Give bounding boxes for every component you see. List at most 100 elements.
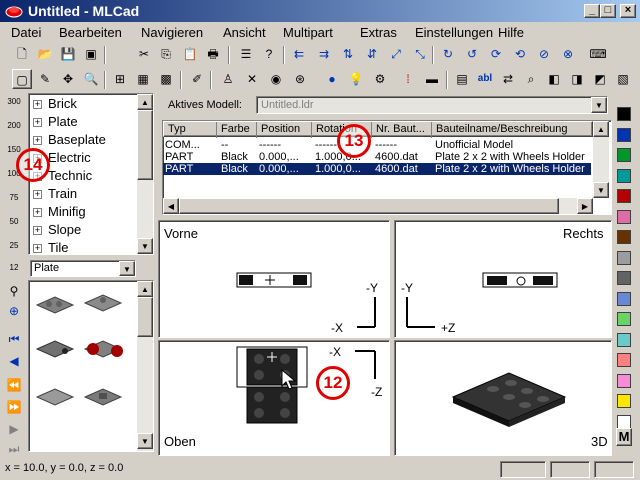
table-row[interactable]: PART Black 0.000,... 1.000,0... 4600.dat…: [163, 151, 591, 163]
hose-icon[interactable]: ⚙: [370, 69, 390, 89]
tree-item-minifig[interactable]: + Minifig: [33, 203, 86, 221]
close-button[interactable]: ×: [620, 4, 636, 18]
model-d-icon[interactable]: ▧: [613, 69, 633, 89]
color-swatch[interactable]: [617, 291, 631, 306]
chevron-down-icon[interactable]: ▼: [119, 261, 135, 276]
color-swatch[interactable]: [617, 373, 631, 388]
color-swatch[interactable]: [617, 250, 631, 265]
view-right[interactable]: Rechts -Y +Z: [394, 220, 612, 338]
zoom-300-icon[interactable]: 300: [4, 97, 24, 117]
new-file-icon[interactable]: 🗋: [12, 44, 32, 64]
col-position[interactable]: Position: [256, 122, 311, 138]
pen-icon[interactable]: ✐: [187, 69, 207, 89]
menu-ansicht[interactable]: Ansicht: [223, 25, 266, 40]
table-scroll-down-icon[interactable]: ▼: [593, 182, 609, 198]
parts-scroll-down-icon[interactable]: ▼: [137, 433, 153, 449]
tree-item-tile[interactable]: + Tile: [33, 239, 68, 257]
tree-scrollbar[interactable]: ▲ ▼: [137, 94, 153, 254]
menu-multipart[interactable]: Multipart: [283, 25, 333, 40]
move-mode-icon[interactable]: ✥: [58, 69, 78, 89]
col-bauteil-nr[interactable]: Nr. Baut...: [371, 122, 431, 138]
color-swatch[interactable]: [617, 332, 631, 347]
part-preview-5[interactable]: [35, 385, 75, 409]
model-chevron-down-icon[interactable]: ▼: [591, 97, 607, 113]
label-abl-icon[interactable]: abl: [475, 69, 495, 89]
search-icon[interactable]: ⌕: [521, 69, 541, 89]
step-forward-icon[interactable]: ⏩: [4, 397, 24, 417]
camera-icon[interactable]: ▬: [422, 69, 442, 89]
col-farbe[interactable]: Farbe: [216, 122, 256, 138]
scroll-down-icon[interactable]: ▼: [137, 238, 153, 254]
zoom-75-icon[interactable]: 75: [4, 193, 24, 213]
menu-bearbeiten[interactable]: Bearbeiten: [59, 25, 122, 40]
model-b-icon[interactable]: ◨: [567, 69, 587, 89]
table-hscrollbar[interactable]: ◀ ▶: [163, 198, 593, 214]
color-swatch[interactable]: [617, 414, 631, 429]
rotate-z-neg-icon[interactable]: ⊗: [558, 44, 578, 64]
menu-datei[interactable]: Datei: [11, 25, 41, 40]
zoom-200-icon[interactable]: 200: [4, 121, 24, 141]
view-front[interactable]: Vorne -Y -X: [158, 220, 390, 338]
category-select[interactable]: Plate ▼: [30, 260, 136, 277]
part-preview-6[interactable]: [83, 385, 123, 409]
color-swatch[interactable]: [617, 230, 631, 244]
grid-medium-icon[interactable]: ▦: [133, 69, 153, 89]
view-top[interactable]: Oben -X -Z: [158, 340, 390, 456]
view-3d[interactable]: 3D: [394, 340, 612, 456]
parts-scroll-thumb[interactable]: [137, 297, 153, 337]
model-c-icon[interactable]: ◩: [590, 69, 610, 89]
move-down-icon[interactable]: ⇵: [362, 44, 382, 64]
delete-icon[interactable]: ✕: [242, 69, 262, 89]
model-a-icon[interactable]: ◧: [544, 69, 564, 89]
tree-item-plate[interactable]: + Plate: [33, 113, 78, 131]
menu-hilfe[interactable]: Hilfe: [498, 25, 524, 40]
zoom-fit-icon[interactable]: ⊕: [4, 301, 24, 321]
rotate-x-pos-icon[interactable]: ↻: [438, 44, 458, 64]
menu-navigieren[interactable]: Navigieren: [141, 25, 203, 40]
zoom-tool-icon[interactable]: ⚲: [4, 281, 24, 301]
col-typ[interactable]: Typ: [164, 122, 216, 138]
minimize-button[interactable]: _: [584, 4, 600, 18]
zoom-mode-icon[interactable]: 🔍: [81, 69, 101, 89]
color-swatch[interactable]: [617, 394, 631, 408]
move-front-icon[interactable]: ⤢: [386, 44, 406, 64]
grid-fine-icon[interactable]: ▩: [156, 69, 176, 89]
color-swatch[interactable]: [617, 312, 631, 326]
ghost-icon[interactable]: ⊛: [290, 69, 310, 89]
zoom-50-icon[interactable]: 50: [4, 217, 24, 237]
select-mode-icon[interactable]: ▢: [12, 69, 32, 89]
part-preview-1[interactable]: [35, 293, 75, 317]
cut-icon[interactable]: ✂: [134, 44, 154, 64]
properties-icon[interactable]: ☰: [236, 44, 256, 64]
save-all-icon[interactable]: ▣: [81, 44, 101, 64]
grid-dots-icon[interactable]: ⁞: [398, 69, 418, 89]
color-swatch[interactable]: [617, 189, 631, 203]
parts-scroll-up-icon[interactable]: ▲: [137, 281, 153, 297]
table-hscroll-thumb[interactable]: [179, 198, 559, 214]
color-swatch[interactable]: [617, 107, 631, 121]
color-swatch[interactable]: [617, 209, 631, 224]
table-row[interactable]: COM... -- ------ ------ ------ Unofficia…: [163, 139, 591, 151]
table-scroll-right-icon[interactable]: ▶: [577, 198, 593, 214]
step-first-icon[interactable]: ⏮: [4, 329, 24, 349]
step-back-icon[interactable]: ⏪: [4, 375, 24, 395]
table-vscrollbar[interactable]: ▲ ▼: [593, 121, 609, 198]
part-preview-4[interactable]: [83, 337, 123, 361]
zoom-12-icon[interactable]: 12: [4, 263, 24, 283]
scroll-thumb[interactable]: [137, 110, 153, 180]
color-swatch[interactable]: [617, 271, 631, 285]
print-icon[interactable]: 🖶: [203, 44, 223, 64]
step-next-icon[interactable]: ▶: [4, 419, 24, 439]
maximize-button[interactable]: □: [600, 4, 616, 18]
step-icon[interactable]: ◉: [266, 69, 286, 89]
help-pointer-icon[interactable]: ?: [259, 44, 279, 64]
tree-item-train[interactable]: + Train: [33, 185, 77, 203]
rotate-y-neg-icon[interactable]: ⟲: [510, 44, 530, 64]
save-icon[interactable]: 💾: [58, 44, 78, 64]
zoom-25-icon[interactable]: 25: [4, 241, 24, 261]
table-scroll-left-icon[interactable]: ◀: [163, 198, 179, 214]
rotate-x-neg-icon[interactable]: ↺: [462, 44, 482, 64]
model-exchange-icon[interactable]: ⇄: [498, 69, 518, 89]
color-swatch[interactable]: [617, 148, 631, 162]
active-model-select[interactable]: Untitled.ldr ▼: [256, 96, 608, 114]
